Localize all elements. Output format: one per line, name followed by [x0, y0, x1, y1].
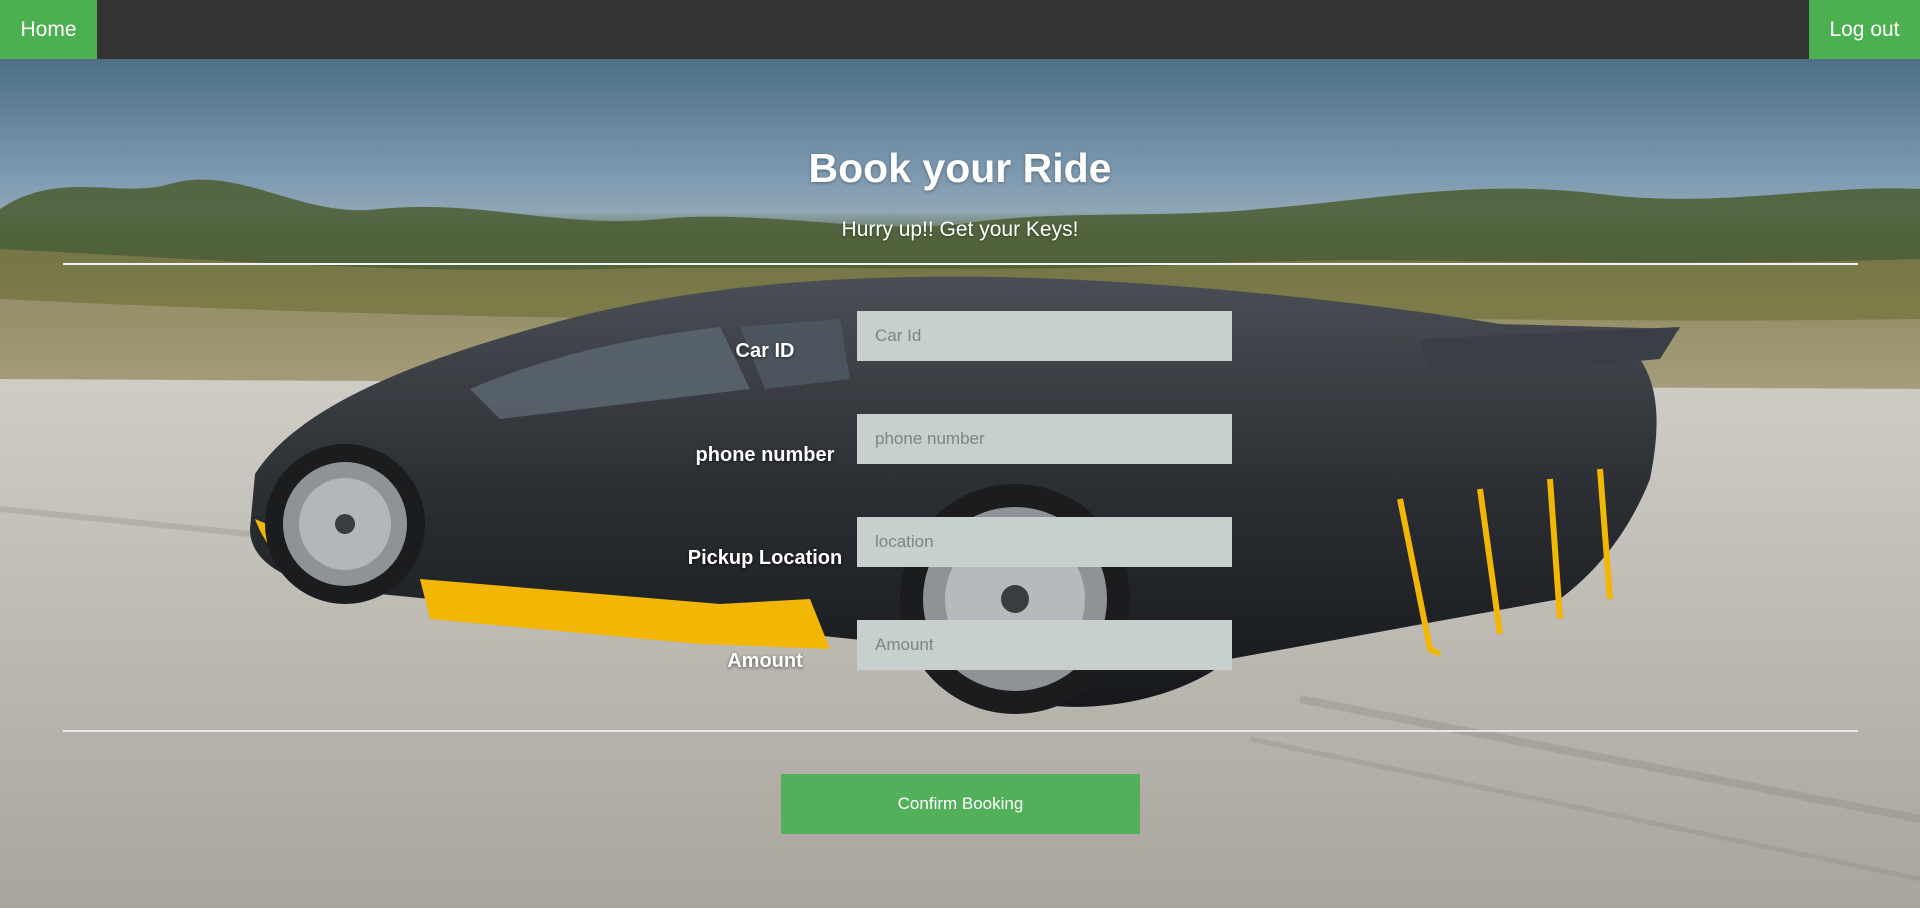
phone-number-label: phone number [695, 444, 835, 466]
page-title: Book your Ride [808, 145, 1112, 191]
amount-input[interactable] [857, 620, 1232, 670]
car-id-label: Car ID [735, 340, 795, 362]
amount-label: Amount [727, 650, 803, 672]
car-id-input[interactable] [857, 311, 1232, 361]
page-subtitle: Hurry up!! Get your Keys! [841, 218, 1079, 241]
bottom-divider [63, 730, 1858, 732]
top-divider [63, 263, 1858, 265]
phone-number-input[interactable] [857, 414, 1232, 464]
pickup-location-label: Pickup Location [687, 547, 843, 569]
pickup-location-input[interactable] [857, 517, 1232, 567]
home-button[interactable]: Home [0, 0, 97, 59]
navbar: Home Log out [0, 0, 1920, 59]
logout-button[interactable]: Log out [1809, 0, 1920, 59]
confirm-booking-button[interactable]: Confirm Booking [781, 774, 1140, 834]
